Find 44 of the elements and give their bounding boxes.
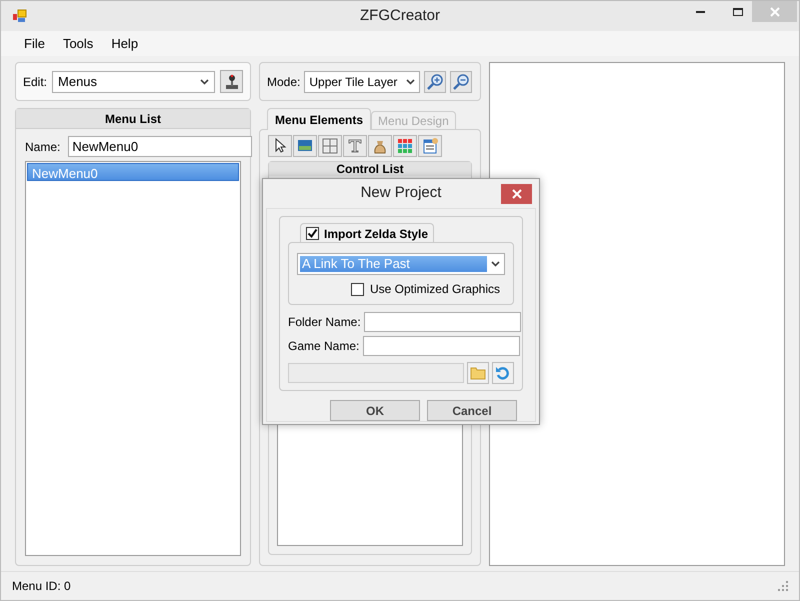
caret-icon: [491, 261, 500, 267]
pointer-icon[interactable]: [268, 135, 292, 157]
dialog-button[interactable]: OK: [330, 400, 420, 421]
caret-icon: [406, 78, 416, 84]
form-icon[interactable]: [418, 135, 442, 157]
edit-label: Edit:: [23, 74, 48, 90]
menu-item[interactable]: File: [15, 34, 54, 54]
bag-icon[interactable]: [368, 135, 392, 157]
grid-icon[interactable]: [318, 135, 342, 157]
folder-name-label: Folder Name:: [288, 314, 360, 331]
dialog-title: New Project: [360, 183, 442, 204]
checkbox[interactable]: [306, 227, 319, 240]
panel-header: Menu List: [16, 109, 250, 129]
refresh-icon[interactable]: [492, 362, 514, 384]
close-icon: [770, 6, 780, 16]
tab[interactable]: Menu Elements: [267, 108, 372, 130]
import-tab[interactable]: Import Zelda Style: [300, 223, 434, 243]
dialog-button[interactable]: Cancel: [427, 400, 517, 421]
mode-dropdown[interactable]: Upper Tile Layer: [304, 70, 420, 92]
window-title: ZFGCreator: [360, 6, 440, 26]
caret-icon: [200, 78, 209, 84]
color-grid-icon[interactable]: [393, 135, 417, 157]
image-icon[interactable]: [293, 135, 317, 157]
name-label: Name:: [25, 138, 60, 156]
app-icon: [12, 9, 28, 23]
checkbox-label: Use Optimized Graphics: [370, 281, 500, 298]
game-name-field[interactable]: [363, 336, 520, 356]
checkbox[interactable]: [350, 282, 364, 296]
folder-name-field[interactable]: [364, 312, 521, 332]
resize-grip-icon: [778, 581, 788, 591]
edit-dropdown[interactable]: Menus: [52, 70, 215, 92]
name-field[interactable]: NewMenu0: [68, 136, 252, 157]
zoom-in-icon[interactable]: [424, 70, 446, 92]
mode-label: Mode:: [267, 74, 300, 90]
close-button[interactable]: [501, 184, 532, 204]
menu-item[interactable]: Help: [102, 34, 148, 54]
menu-item[interactable]: Tools: [54, 34, 102, 54]
status-text: Menu ID: 0: [12, 578, 71, 595]
joystick-icon[interactable]: [220, 70, 243, 93]
zoom-out-icon[interactable]: [450, 70, 472, 92]
panel-header: Control List: [269, 162, 471, 176]
text-icon[interactable]: [343, 135, 367, 157]
close-icon: [512, 188, 522, 198]
game-name-label: Game Name:: [288, 338, 360, 355]
